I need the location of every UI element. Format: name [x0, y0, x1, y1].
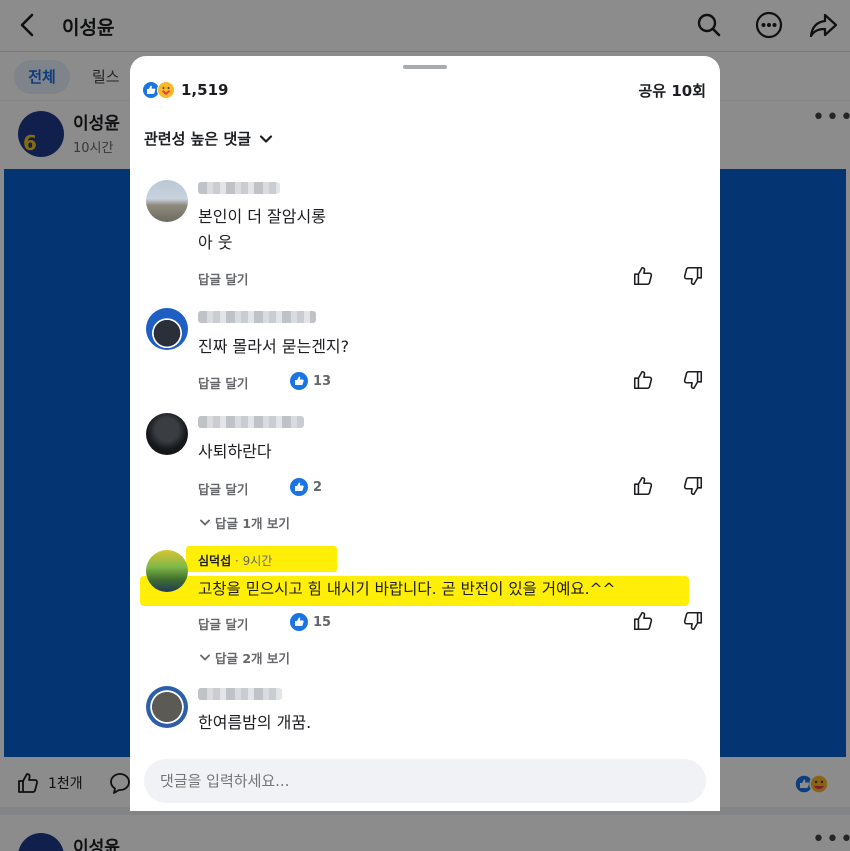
chevron-down-icon: [200, 654, 210, 661]
blurred-author: [198, 182, 280, 194]
comment-text: 진짜 몰라서 묻는겐지?: [198, 337, 350, 356]
blurred-author: [198, 416, 304, 428]
avatar[interactable]: [146, 550, 188, 592]
comment-composer: [130, 751, 720, 811]
thumb-down-icon[interactable]: [682, 265, 704, 287]
reply-button[interactable]: 답글 달기: [198, 269, 248, 288]
comment-author[interactable]: 심덕섭 · 9시간: [198, 552, 272, 569]
thumb-down-icon[interactable]: [682, 475, 704, 497]
comment-text: 고창을 믿으시고 힘 내시기 바랍니다. 곧 반전이 있을 거예요.^^: [198, 580, 616, 598]
sort-label: 관련성 높은 댓글: [144, 130, 252, 148]
comment-text: 한여름밤의 개꿈.: [198, 713, 312, 732]
thumb-up-icon[interactable]: [632, 369, 654, 391]
care-reaction-icon: [157, 81, 175, 99]
comment-like-count[interactable]: 2: [290, 478, 322, 496]
reply-button[interactable]: 답글 달기: [198, 614, 248, 633]
thumb-down-icon[interactable]: [682, 369, 704, 391]
comment-input[interactable]: [144, 759, 706, 803]
comment-item: 본인이 더 잘암시롱 아 웃 답글 달기: [130, 176, 720, 291]
avatar[interactable]: [146, 180, 188, 222]
comment-item: 심덕섭 · 9시간 고창을 믿으시고 힘 내시기 바랍니다. 곧 반전이 있을 …: [130, 546, 720, 671]
comment-like-count[interactable]: 13: [290, 372, 331, 390]
chevron-down-icon: [259, 134, 273, 143]
chevron-down-icon: [200, 519, 210, 526]
view-replies-button[interactable]: 답글 1개 보기: [200, 513, 290, 532]
reaction-summary[interactable]: 1,519: [142, 78, 228, 102]
share-count[interactable]: 공유 10회: [639, 80, 707, 101]
comment-item: 사퇴하란다 답글 달기 2 답글 1개 보기: [130, 411, 720, 531]
comment-item: 한여름밤의 개꿈.: [130, 682, 720, 752]
blurred-author: [198, 688, 282, 700]
avatar[interactable]: [146, 686, 188, 728]
thumb-up-icon[interactable]: [632, 610, 654, 632]
like-reaction-icon: [290, 478, 308, 496]
comment-item: 진짜 몰라서 묻는겐지? 답글 달기 13: [130, 306, 720, 406]
reaction-count: 1,519: [181, 81, 229, 99]
reply-button[interactable]: 답글 달기: [198, 373, 248, 392]
comment-sort-dropdown[interactable]: 관련성 높은 댓글: [144, 128, 273, 149]
comments-sheet: 1,519 공유 10회 관련성 높은 댓글 본인이 더 잘암시롱 아 웃 답글…: [130, 56, 720, 811]
thumb-up-icon[interactable]: [632, 475, 654, 497]
thumb-up-icon[interactable]: [632, 265, 654, 287]
avatar[interactable]: [146, 308, 188, 350]
like-reaction-icon: [290, 613, 308, 631]
reply-button[interactable]: 답글 달기: [198, 479, 248, 498]
comment-like-count[interactable]: 15: [290, 613, 331, 631]
drag-handle[interactable]: [403, 65, 447, 69]
comment-text: 본인이 더 잘암시롱 아 웃: [198, 207, 326, 252]
thumb-down-icon[interactable]: [682, 610, 704, 632]
avatar[interactable]: [146, 413, 188, 455]
comment-text: 사퇴하란다: [198, 442, 272, 461]
like-reaction-icon: [290, 372, 308, 390]
blurred-author: [198, 311, 316, 323]
view-replies-button[interactable]: 답글 2개 보기: [200, 648, 290, 667]
